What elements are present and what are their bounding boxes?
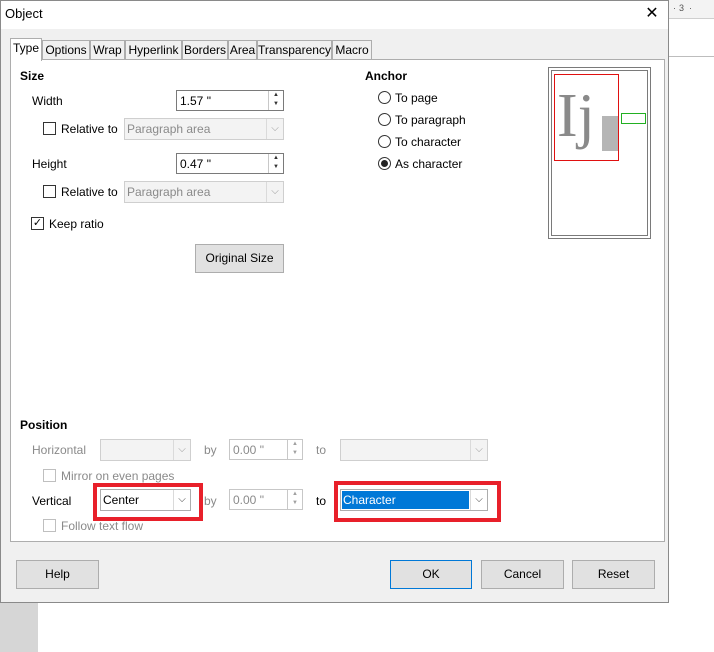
ruler-mark: · xyxy=(689,3,692,13)
horizontal-by-value: 0.00 " xyxy=(233,443,264,457)
checkmark-icon: ✓ xyxy=(32,217,43,229)
chevron-down-icon: ⌵ xyxy=(470,440,487,460)
spin-up-icon[interactable]: ▲ xyxy=(269,91,283,100)
tab-wrap[interactable]: Wrap xyxy=(90,40,125,60)
height-relative-checkbox[interactable] xyxy=(43,185,56,198)
width-spinbox[interactable]: 1.57 " ▲ ▼ xyxy=(176,90,284,111)
anchor-to-paragraph-label: To paragraph xyxy=(395,113,466,127)
anchor-to-paragraph-radio[interactable] xyxy=(378,113,391,126)
horizontal-to-select[interactable]: ⌵ xyxy=(340,439,488,461)
object-dialog: Object ✕ Type Options Wrap Hyperlink Bor… xyxy=(0,0,669,603)
title-bar: Object ✕ xyxy=(1,1,668,29)
spin-up-icon[interactable]: ▲ xyxy=(288,440,302,449)
chevron-down-icon: ⌵ xyxy=(173,440,190,460)
anchor-as-character-label: As character xyxy=(395,157,463,171)
anchor-to-character-radio[interactable] xyxy=(378,135,391,148)
width-relative-select[interactable]: Paragraph area ⌵ xyxy=(124,118,284,140)
height-spinbox[interactable]: 0.47 " ▲ ▼ xyxy=(176,153,284,174)
type-tab-panel: Size Width 1.57 " ▲ ▼ Relative to Paragra… xyxy=(10,59,665,542)
page-margin-line xyxy=(669,56,714,57)
tab-borders[interactable]: Borders xyxy=(182,40,228,60)
spin-down-icon[interactable]: ▼ xyxy=(288,449,302,458)
horizontal-by-label: by xyxy=(204,443,217,457)
tab-options[interactable]: Options xyxy=(42,40,90,60)
chevron-down-icon: ⌵ xyxy=(266,182,283,202)
height-relative-select[interactable]: Paragraph area ⌵ xyxy=(124,181,284,203)
spin-up-icon[interactable]: ▲ xyxy=(269,154,283,163)
tab-macro[interactable]: Macro xyxy=(332,40,372,60)
height-relative-label: Relative to xyxy=(61,185,118,199)
width-relative-label: Relative to xyxy=(61,122,118,136)
anchor-preview: Ij xyxy=(548,67,651,239)
height-label: Height xyxy=(32,157,67,171)
preview-object-shape xyxy=(602,116,618,151)
vertical-by-value: 0.00 " xyxy=(233,493,264,507)
ruler-mark: 3 xyxy=(679,3,685,13)
width-label: Width xyxy=(32,94,63,108)
chevron-down-icon: ⌵ xyxy=(266,119,283,139)
spin-up-icon[interactable]: ▲ xyxy=(288,490,302,499)
preview-page: Ij xyxy=(551,70,648,236)
dialog-title: Object xyxy=(5,6,43,21)
width-value: 1.57 " xyxy=(180,94,211,108)
vertical-to-label: to xyxy=(316,494,327,508)
follow-text-flow-label: Follow text flow xyxy=(61,519,144,533)
spin-down-icon[interactable]: ▼ xyxy=(269,100,283,109)
horizontal-to-label: to xyxy=(316,443,327,457)
anchor-section-title: Anchor xyxy=(365,69,407,83)
anchor-to-character-label: To character xyxy=(395,135,462,149)
tab-hyperlink[interactable]: Hyperlink xyxy=(125,40,182,60)
keep-ratio-label: Keep ratio xyxy=(49,217,104,231)
tab-transparency[interactable]: Transparency xyxy=(257,40,332,60)
anchor-as-character-radio[interactable] xyxy=(378,157,391,170)
position-section-title: Position xyxy=(20,418,68,432)
spin-down-icon[interactable]: ▼ xyxy=(269,163,283,172)
vertical-by-spinbox[interactable]: 0.00 " ▲ ▼ xyxy=(229,489,303,510)
tab-area[interactable]: Area xyxy=(228,40,257,60)
vertical-label: Vertical xyxy=(32,494,72,508)
height-value: 0.47 " xyxy=(180,157,211,171)
size-section-title: Size xyxy=(20,69,45,83)
horizontal-label: Horizontal xyxy=(32,443,87,457)
keep-ratio-checkbox[interactable]: ✓ xyxy=(31,217,44,230)
tab-type[interactable]: Type xyxy=(10,38,42,61)
ruler-divider xyxy=(669,18,714,19)
vertical-by-label: by xyxy=(204,494,217,508)
document-ruler: · 3 · xyxy=(669,0,714,18)
anchor-to-page-label: To page xyxy=(395,91,438,105)
vertical-select-highlight xyxy=(93,483,203,521)
preview-sample-text: Ij xyxy=(557,82,595,150)
anchor-to-page-radio[interactable] xyxy=(378,91,391,104)
document-page-area xyxy=(669,0,714,652)
ruler-mark: · xyxy=(673,3,676,13)
ok-button[interactable]: OK xyxy=(390,560,472,589)
follow-text-flow-checkbox[interactable] xyxy=(43,519,56,532)
mirror-even-pages-checkbox[interactable] xyxy=(43,469,56,482)
original-size-button[interactable]: Original Size xyxy=(195,244,284,273)
help-button[interactable]: Help xyxy=(16,560,99,589)
cancel-button[interactable]: Cancel xyxy=(481,560,564,589)
spin-down-icon[interactable]: ▼ xyxy=(288,499,302,508)
height-relative-value: Paragraph area xyxy=(127,185,211,199)
close-icon[interactable]: ✕ xyxy=(640,3,664,25)
width-relative-value: Paragraph area xyxy=(127,122,211,136)
preview-position-box xyxy=(621,113,646,124)
width-relative-checkbox[interactable] xyxy=(43,122,56,135)
mirror-even-pages-label: Mirror on even pages xyxy=(61,469,175,483)
reset-button[interactable]: Reset xyxy=(572,560,655,589)
vertical-to-highlight xyxy=(334,481,501,522)
horizontal-select[interactable]: ⌵ xyxy=(100,439,191,461)
horizontal-by-spinbox[interactable]: 0.00 " ▲ ▼ xyxy=(229,439,303,460)
